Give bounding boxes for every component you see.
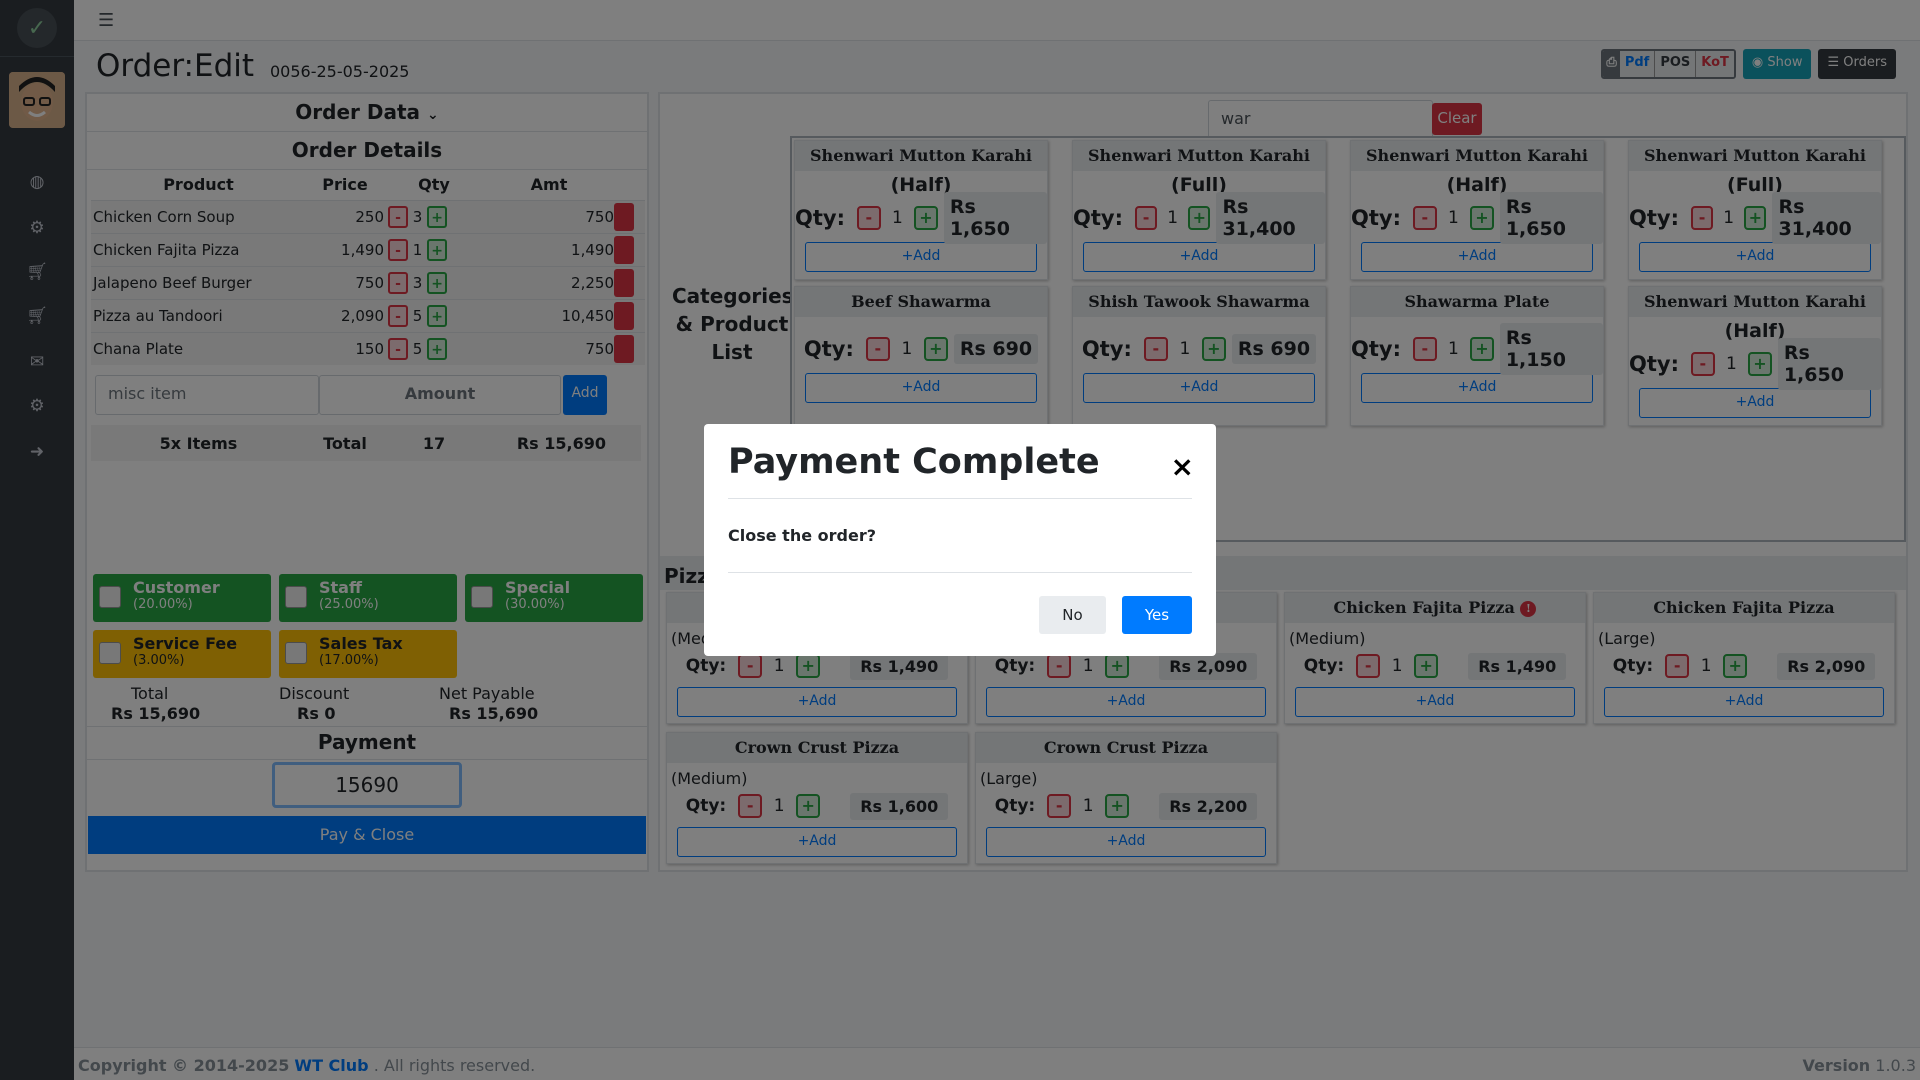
modal-title: Payment Complete [728,442,1100,482]
modal-divider [728,498,1192,499]
modal-body: Close the order? [728,526,876,545]
modal-divider [728,572,1192,573]
no-button[interactable]: No [1039,596,1106,634]
close-icon[interactable]: × [1171,450,1194,483]
yes-button[interactable]: Yes [1122,596,1192,634]
payment-complete-modal: Payment Complete × Close the order? No Y… [704,424,1216,656]
